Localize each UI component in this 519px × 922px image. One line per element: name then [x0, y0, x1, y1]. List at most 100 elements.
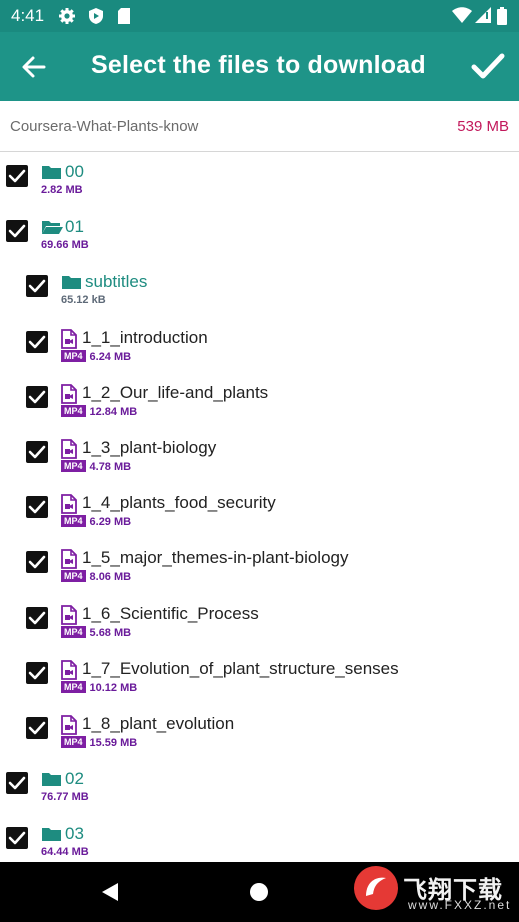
file-type-badge: MP4 — [61, 681, 86, 693]
checkmark-icon — [28, 335, 46, 349]
item-size: 12.84 MB — [89, 406, 138, 418]
item-size-line: 2.82 MB — [41, 184, 83, 196]
signal-icon — [475, 7, 491, 23]
item-size: 76.77 MB — [41, 791, 89, 803]
item-size-line: 65.12 kB — [61, 294, 106, 306]
file-name: 1_1_introduction — [82, 328, 208, 347]
arrow-left-icon[interactable] — [20, 53, 48, 81]
item-size: 64.44 MB — [41, 846, 89, 858]
gear-icon — [59, 8, 75, 24]
course-info: Coursera-What-Plants-know 539 MB — [0, 101, 519, 152]
file-row[interactable]: 1_8_plant_evolution MP4 15.59 MB — [0, 704, 519, 759]
item-size: 65.12 kB — [61, 294, 106, 306]
checkmark-icon — [28, 611, 46, 625]
item-size: 69.66 MB — [41, 239, 89, 251]
item-size: 6.24 MB — [89, 351, 132, 363]
item-size-line: MP4 12.84 MB — [61, 405, 137, 418]
watermark-subtext: www.FXXZ.net — [408, 898, 512, 912]
video-file-icon — [61, 384, 77, 404]
video-file-icon — [61, 329, 77, 349]
video-file-icon — [61, 439, 77, 459]
video-file-icon — [61, 605, 77, 625]
checkbox[interactable] — [26, 551, 48, 573]
video-file-icon — [61, 660, 77, 680]
folder-name: 00 — [65, 162, 84, 181]
check-icon[interactable] — [470, 50, 506, 82]
item-size: 10.12 MB — [89, 682, 138, 694]
file-row[interactable]: 1_1_introduction MP4 6.24 MB — [0, 318, 519, 373]
checkbox[interactable] — [6, 772, 28, 794]
file-name: 1_6_Scientific_Process — [82, 604, 259, 623]
checkbox[interactable] — [26, 607, 48, 629]
checkbox[interactable] — [26, 662, 48, 684]
file-type-badge: MP4 — [61, 460, 86, 472]
file-row[interactable]: 1_6_Scientific_Process MP4 5.68 MB — [0, 594, 519, 649]
app-bar: Select the files to download — [0, 32, 519, 101]
checkmark-icon — [8, 169, 26, 183]
file-row[interactable]: 1_7_Evolution_of_plant_structure_senses M… — [0, 649, 519, 704]
checkbox[interactable] — [26, 441, 48, 463]
folder-icon — [62, 276, 81, 289]
checkmark-icon — [8, 776, 26, 790]
folder-icon — [42, 828, 61, 841]
file-row[interactable]: 1_3_plant-biology MP4 4.78 MB — [0, 428, 519, 483]
shield-icon — [89, 8, 103, 24]
file-type-badge: MP4 — [61, 570, 86, 582]
checkbox[interactable] — [26, 717, 48, 739]
video-file-icon — [61, 715, 77, 735]
page-title: Select the files to download — [91, 51, 426, 79]
file-name: 1_4_plants_food_security — [82, 493, 276, 512]
back-triangle-icon[interactable] — [100, 882, 120, 902]
course-name: Coursera-What-Plants-know — [10, 118, 199, 135]
item-size-line: 69.66 MB — [41, 239, 89, 251]
file-type-badge: MP4 — [61, 350, 86, 362]
file-name: 1_8_plant_evolution — [82, 714, 235, 733]
file-list: 00 2.82 MB 01 69.66 MB subtitles 65.12 kB 1_1_… — [0, 152, 519, 862]
status-bar: 4:41 — [0, 0, 519, 32]
item-size-line: MP4 4.78 MB — [61, 460, 131, 473]
item-size: 5.68 MB — [89, 627, 132, 639]
item-size-line: 76.77 MB — [41, 791, 89, 803]
checkbox[interactable] — [6, 165, 28, 187]
item-size: 6.29 MB — [89, 516, 132, 528]
file-type-badge: MP4 — [61, 626, 86, 638]
file-type-badge: MP4 — [61, 405, 86, 417]
battery-icon — [497, 7, 507, 25]
checkmark-icon — [28, 445, 46, 459]
item-size-line: 64.44 MB — [41, 846, 89, 858]
checkbox[interactable] — [26, 331, 48, 353]
checkmark-icon — [8, 831, 26, 845]
folder-row[interactable]: 00 2.82 MB — [0, 152, 519, 207]
checkmark-icon — [28, 666, 46, 680]
file-row[interactable]: 1_2_Our_life-and_plants MP4 12.84 MB — [0, 373, 519, 428]
file-row[interactable]: 1_5_major_themes-in-plant-biology MP4 8.06… — [0, 538, 519, 593]
item-size-line: MP4 8.06 MB — [61, 570, 131, 583]
checkbox[interactable] — [6, 220, 28, 242]
folder-row[interactable]: 01 69.66 MB — [0, 207, 519, 262]
folder-row[interactable]: 03 64.44 MB — [0, 814, 519, 862]
item-size: 2.82 MB — [41, 184, 83, 196]
home-circle-icon[interactable] — [249, 882, 269, 902]
file-name: 1_3_plant-biology — [82, 438, 217, 457]
item-size-line: MP4 6.24 MB — [61, 350, 131, 363]
wifi-icon — [452, 7, 472, 23]
checkbox[interactable] — [26, 496, 48, 518]
course-total-size: 539 MB — [457, 118, 509, 135]
folder-row[interactable]: 02 76.77 MB — [0, 759, 519, 814]
folder-row[interactable]: subtitles 65.12 kB — [0, 262, 519, 317]
video-file-icon — [61, 549, 77, 569]
status-time: 4:41 — [11, 6, 45, 25]
checkbox[interactable] — [6, 827, 28, 849]
checkbox[interactable] — [26, 275, 48, 297]
file-name: 1_7_Evolution_of_plant_structure_senses — [82, 659, 399, 678]
folder-icon — [42, 773, 61, 786]
watermark-badge-icon — [354, 866, 398, 910]
folder-name: subtitles — [85, 272, 148, 291]
item-size-line: MP4 6.29 MB — [61, 515, 131, 528]
file-type-badge: MP4 — [61, 736, 86, 748]
checkmark-icon — [28, 500, 46, 514]
file-row[interactable]: 1_4_plants_food_security MP4 6.29 MB — [0, 483, 519, 538]
checkbox[interactable] — [26, 386, 48, 408]
item-size-line: MP4 15.59 MB — [61, 736, 137, 749]
checkmark-icon — [28, 721, 46, 735]
